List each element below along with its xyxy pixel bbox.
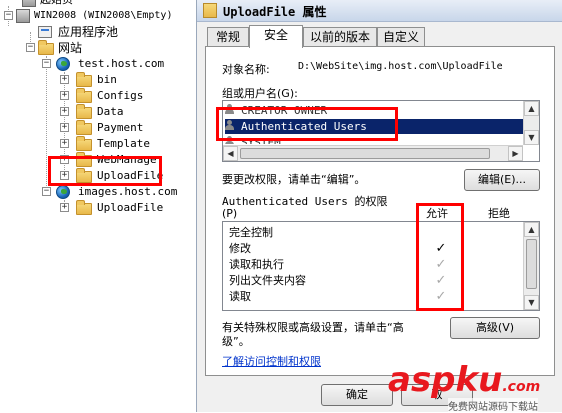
- expand-icon[interactable]: +: [60, 75, 69, 84]
- folder-icon: [76, 136, 92, 151]
- access-control-help-link[interactable]: 了解访问控制和权限: [222, 353, 321, 369]
- dialog-titlebar[interactable]: UploadFile 属性: [197, 0, 562, 22]
- expand-icon[interactable]: +: [60, 107, 69, 116]
- permissions-title: Authenticated Users 的权限: [222, 195, 388, 208]
- expand-icon[interactable]: +: [60, 123, 69, 132]
- tab-security[interactable]: 安全: [249, 25, 303, 48]
- permission-label: 读取: [229, 290, 251, 303]
- scroll-down-icon[interactable]: ▼: [524, 295, 539, 310]
- collapse-icon[interactable]: −: [26, 43, 35, 52]
- tab-general[interactable]: 常规: [207, 27, 249, 47]
- globe-icon: [56, 57, 70, 71]
- tree-item-label: UploadFile: [97, 201, 164, 214]
- users-vertical-scrollbar[interactable]: ▲ ▼: [523, 101, 539, 145]
- permission-row: 列出文件夹内容 ✓: [229, 273, 529, 288]
- permission-label: 列出文件夹内容: [229, 274, 306, 287]
- advanced-hint-line-2: 级”。: [222, 335, 250, 348]
- collapse-icon[interactable]: −: [42, 187, 51, 196]
- tree-item-label: bin: [97, 73, 117, 86]
- folder-icon: [76, 104, 92, 119]
- watermark-brand: aspku: [388, 360, 503, 400]
- groups-label: 组或用户名(G):: [222, 87, 298, 100]
- folder-icon: [76, 120, 92, 135]
- permissions-vertical-scrollbar[interactable]: ▲ ▼: [523, 222, 539, 310]
- tree-item-label: WIN2008 (WIN2008\Empty): [34, 10, 173, 21]
- watermark-tagline: 免费网站源码下载站: [448, 398, 538, 413]
- tree-item-label: images.host.com: [78, 185, 178, 198]
- app-pool-icon: [38, 26, 52, 38]
- security-panel: 对象名称: D:\WebSite\img.host.com\UploadFile…: [205, 46, 555, 376]
- advanced-button[interactable]: 高级(V): [450, 317, 540, 339]
- scroll-down-icon[interactable]: ▼: [524, 130, 539, 145]
- sites-folder-icon: [38, 40, 54, 55]
- tree-item-label: 起始页: [40, 0, 73, 8]
- tree-item-app-pools[interactable]: 应用程序池: [0, 24, 190, 40]
- deny-header: 拒绝: [488, 207, 510, 220]
- scroll-right-icon[interactable]: ▶: [508, 146, 523, 161]
- expand-icon[interactable]: +: [60, 91, 69, 100]
- iis-connection-tree: 起始页 − WIN2008 (WIN2008\Empty) 应用程序池 − 网站…: [0, 0, 196, 412]
- collapse-icon[interactable]: −: [4, 11, 13, 20]
- tree-item-label: test.host.com: [78, 57, 165, 70]
- tree-item-folder-payment[interactable]: + Payment: [0, 120, 190, 136]
- permission-row: 读取 ✓: [229, 289, 529, 304]
- tree-item-label: 网站: [58, 41, 83, 55]
- scroll-up-icon[interactable]: ▲: [524, 222, 539, 237]
- server-icon: [16, 9, 30, 23]
- edit-button[interactable]: 编辑(E)...: [464, 169, 540, 191]
- tree-item-sites[interactable]: − 网站: [0, 40, 190, 56]
- edit-hint: 要更改权限，请单击“编辑”。: [222, 173, 366, 186]
- collapse-icon[interactable]: −: [42, 59, 51, 68]
- tree-item-start-page[interactable]: 起始页: [0, 0, 190, 8]
- properties-dialog: UploadFile 属性 常规 安全 以前的版本 自定义 对象名称: D:\W…: [196, 0, 562, 412]
- permission-label: 完全控制: [229, 226, 273, 239]
- watermark-brand-suffix: .com: [502, 379, 541, 395]
- tree-item-label: Payment: [97, 121, 144, 134]
- permission-row: 修改 ✓: [229, 241, 529, 256]
- folder-icon: [76, 88, 92, 103]
- vertical-scroll-thumb[interactable]: [526, 239, 537, 289]
- start-page-icon: [22, 0, 36, 7]
- folder-icon: [203, 3, 217, 18]
- folder-icon: [76, 72, 92, 87]
- folder-icon: [76, 200, 92, 215]
- tree-item-label: Configs: [97, 89, 144, 102]
- ok-button[interactable]: 确定: [321, 384, 393, 406]
- expand-icon[interactable]: +: [60, 203, 69, 212]
- tree-item-label: 应用程序池: [58, 25, 119, 39]
- highlight-box-allow-column: [416, 203, 464, 311]
- tree-item-folder-data[interactable]: + Data: [0, 104, 190, 120]
- globe-icon: [56, 185, 70, 199]
- dialog-title: UploadFile 属性: [223, 5, 327, 19]
- permission-row: 完全控制: [229, 225, 529, 240]
- tree-item-label: Data: [97, 105, 124, 118]
- object-name-label: 对象名称:: [222, 63, 270, 76]
- permission-label: 修改: [229, 242, 251, 255]
- object-name-value: D:\WebSite\img.host.com\UploadFile: [298, 61, 503, 72]
- users-horizontal-scrollbar[interactable]: ◀ ▶: [223, 145, 523, 161]
- tab-previous-versions[interactable]: 以前的版本: [303, 27, 377, 47]
- permissions-title-key: (P): [222, 207, 238, 220]
- scroll-up-icon[interactable]: ▲: [524, 101, 539, 116]
- tree-item-folder-template[interactable]: + Template: [0, 136, 190, 152]
- site-watermark: aspku.com 免费网站源码下载站: [388, 360, 541, 413]
- highlight-box-authenticated-users: [216, 107, 398, 141]
- permission-row: 读取和执行 ✓: [229, 257, 529, 272]
- tree-item-folder-uploadfile-2[interactable]: + UploadFile: [0, 200, 190, 216]
- tree-item-folder-bin[interactable]: + bin: [0, 72, 190, 88]
- tree-item-folder-configs[interactable]: + Configs: [0, 88, 190, 104]
- expand-icon[interactable]: +: [60, 139, 69, 148]
- permissions-listbox[interactable]: 完全控制 修改 ✓ 读取和执行 ✓ 列出文件夹内容 ✓ 读取 ✓ ▲ ▼: [222, 221, 540, 311]
- tab-customize[interactable]: 自定义: [377, 27, 425, 47]
- highlight-box-uploadfile: [48, 156, 162, 186]
- tree-item-label: Template: [97, 137, 150, 150]
- tree-item-site-images[interactable]: − images.host.com: [0, 184, 190, 200]
- scroll-left-icon[interactable]: ◀: [223, 146, 238, 161]
- horizontal-scroll-thumb[interactable]: [240, 148, 490, 159]
- permission-label: 读取和执行: [229, 258, 284, 271]
- tree-item-site-test[interactable]: − test.host.com: [0, 56, 190, 72]
- tree-item-server[interactable]: − WIN2008 (WIN2008\Empty): [0, 8, 190, 24]
